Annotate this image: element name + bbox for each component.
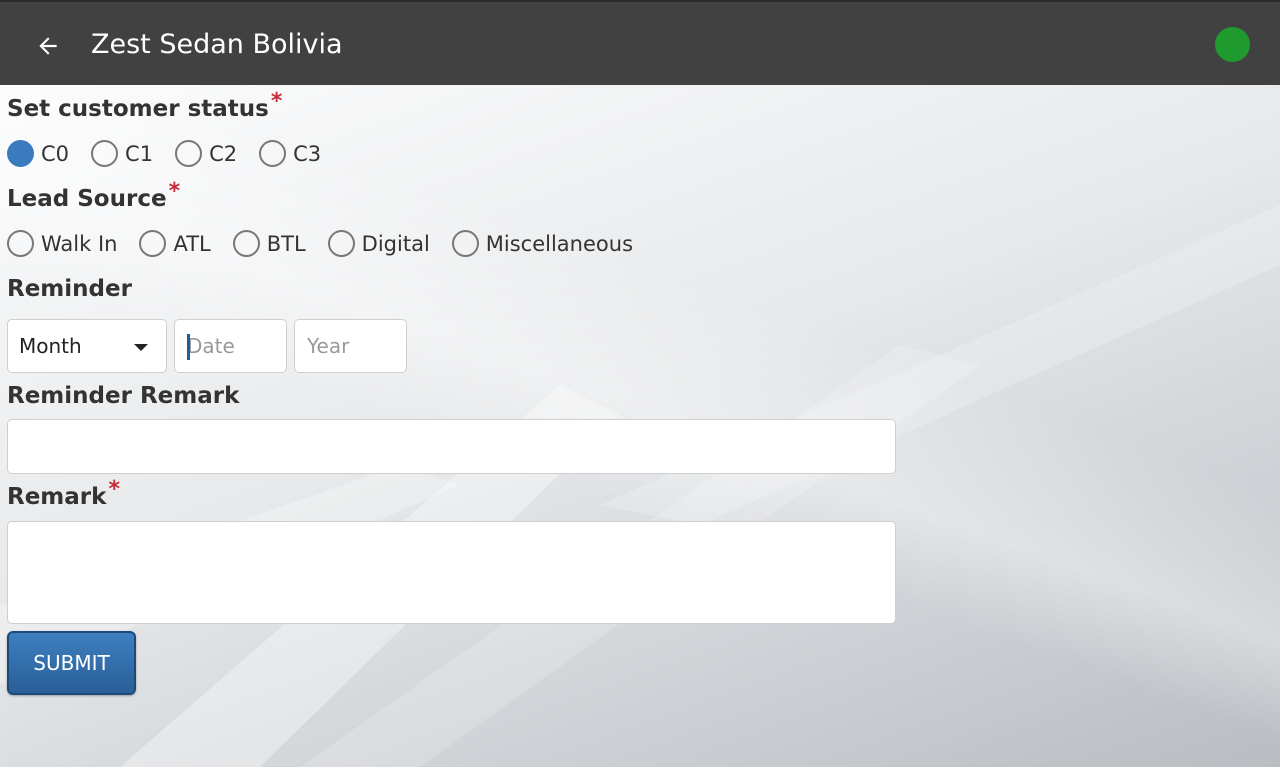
arrow-back-icon <box>39 37 57 55</box>
dropdown-caret-icon <box>134 344 148 351</box>
lead-source-radio-group: Walk In ATL BTL Digital Miscellaneous <box>7 230 655 257</box>
app-bar: Zest Sedan Bolivia <box>0 0 1280 85</box>
radio-circle[interactable] <box>139 230 167 257</box>
date-input[interactable] <box>174 319 287 373</box>
radio-label: Miscellaneous <box>485 231 634 256</box>
radio-label: BTL <box>266 231 306 256</box>
required-asterisk: * <box>168 179 181 204</box>
radio-c3[interactable]: C3 <box>259 140 321 167</box>
back-button[interactable] <box>30 28 66 64</box>
radio-label: C3 <box>293 141 322 166</box>
submit-button[interactable]: SUBMIT <box>7 631 136 695</box>
radio-c2[interactable]: C2 <box>175 140 237 167</box>
remark-textarea[interactable] <box>7 521 896 624</box>
required-asterisk: * <box>108 477 120 502</box>
text-cursor <box>187 334 190 360</box>
radio-label: ATL <box>173 231 211 256</box>
customer-status-label-text: Set customer status <box>7 96 269 122</box>
radio-c1[interactable]: C1 <box>91 140 153 167</box>
radio-miscellaneous[interactable]: Miscellaneous <box>451 230 634 257</box>
status-indicator <box>1215 27 1250 62</box>
radio-label: C1 <box>125 141 154 166</box>
radio-circle[interactable] <box>175 140 203 167</box>
month-select-value: Month <box>19 334 82 358</box>
radio-circle[interactable] <box>451 230 479 257</box>
lead-source-label: Lead Source* <box>7 179 180 212</box>
radio-atl[interactable]: ATL <box>139 230 211 257</box>
page-title: Zest Sedan Bolivia <box>91 29 343 60</box>
radio-label: Digital <box>361 231 430 256</box>
remark-label: Remark* <box>7 477 120 510</box>
reminder-remark-input[interactable] <box>7 419 896 474</box>
lead-source-label-text: Lead Source <box>7 186 167 212</box>
radio-circle[interactable] <box>7 140 34 167</box>
reminder-label: Reminder <box>7 276 132 302</box>
radio-circle[interactable] <box>7 230 34 257</box>
reminder-remark-label: Reminder Remark <box>7 383 240 409</box>
radio-btl[interactable]: BTL <box>232 230 306 257</box>
radio-c0[interactable]: C0 <box>7 140 69 167</box>
customer-status-label: Set customer status* <box>7 89 282 122</box>
year-input[interactable] <box>294 319 407 373</box>
radio-circle[interactable] <box>327 230 355 257</box>
radio-circle[interactable] <box>259 140 287 167</box>
radio-digital[interactable]: Digital <box>327 230 430 257</box>
customer-status-radio-group: C0 C1 C2 C3 <box>7 140 343 167</box>
radio-circle[interactable] <box>91 140 119 167</box>
required-asterisk: * <box>270 89 283 114</box>
radio-label: C0 <box>41 141 70 166</box>
radio-walk-in[interactable]: Walk In <box>7 230 117 257</box>
radio-label: C2 <box>209 141 238 166</box>
remark-label-text: Remark <box>7 484 107 510</box>
radio-label: Walk In <box>41 231 118 256</box>
radio-circle[interactable] <box>232 230 260 257</box>
month-select[interactable]: Month <box>7 319 167 373</box>
